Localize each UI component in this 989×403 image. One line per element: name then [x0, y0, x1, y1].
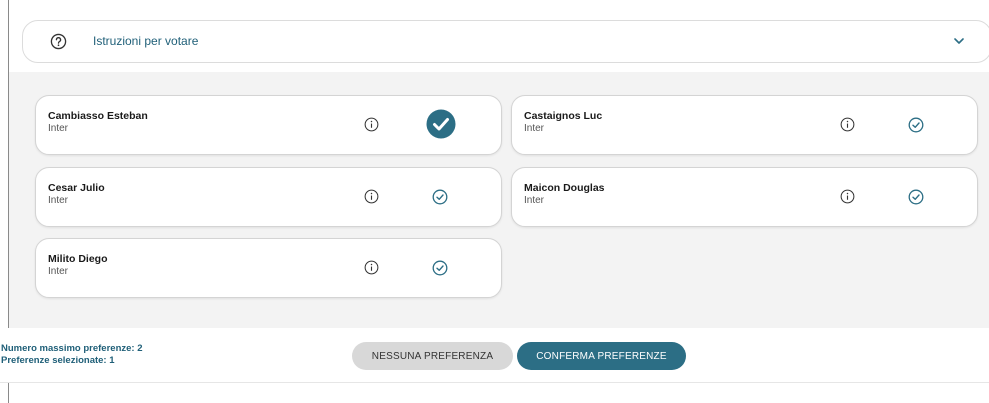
candidate-card[interactable]: Cesar Julio Inter — [35, 167, 502, 227]
candidate-name: Cambiasso Esteban — [48, 110, 148, 122]
candidate-name: Cesar Julio — [48, 182, 105, 194]
no-preference-button[interactable]: NESSUNA PREFERENZA — [352, 342, 513, 370]
check-circle-icon[interactable] — [432, 189, 448, 205]
info-icon[interactable] — [364, 117, 379, 132]
selected-check-icon[interactable] — [426, 109, 456, 139]
info-icon[interactable] — [840, 189, 855, 204]
instructions-title: Istruzioni per votare — [93, 34, 199, 48]
check-circle-icon[interactable] — [432, 260, 448, 276]
candidate-team: Inter — [524, 195, 545, 206]
candidate-team: Inter — [48, 195, 69, 206]
check-circle-icon[interactable] — [908, 189, 924, 205]
candidate-card[interactable]: Cambiasso Esteban Inter — [35, 95, 502, 155]
max-preferences-text: Numero massimo preferenze: 2 — [1, 343, 143, 354]
chevron-down-icon[interactable] — [953, 35, 965, 47]
check-circle-icon[interactable] — [908, 117, 924, 133]
instructions-accordion[interactable]: Istruzioni per votare — [22, 20, 989, 63]
confirm-preferences-button[interactable]: CONFERMA PREFERENZE — [517, 342, 686, 370]
candidate-card[interactable]: Castaignos Luc Inter — [511, 95, 978, 155]
candidate-name: Milito Diego — [48, 253, 108, 265]
voting-footer: Numero massimo preferenze: 2 Preferenze … — [0, 328, 989, 383]
candidate-name: Maicon Douglas — [524, 182, 605, 194]
candidate-card[interactable]: Milito Diego Inter — [35, 238, 502, 298]
candidate-card[interactable]: Maicon Douglas Inter — [511, 167, 978, 227]
preference-limits: Numero massimo preferenze: 2 Preferenze … — [1, 343, 143, 367]
candidate-team: Inter — [524, 123, 545, 134]
info-icon[interactable] — [364, 260, 379, 275]
help-circle-icon — [49, 32, 68, 51]
info-icon[interactable] — [364, 189, 379, 204]
selected-preferences-text: Preferenze selezionate: 1 — [1, 355, 115, 366]
info-icon[interactable] — [840, 117, 855, 132]
candidate-name: Castaignos Luc — [524, 110, 603, 122]
candidates-panel: Cambiasso Esteban Inter Castaignos Luc I… — [9, 72, 989, 328]
candidate-team: Inter — [48, 266, 69, 277]
candidate-team: Inter — [48, 123, 69, 134]
